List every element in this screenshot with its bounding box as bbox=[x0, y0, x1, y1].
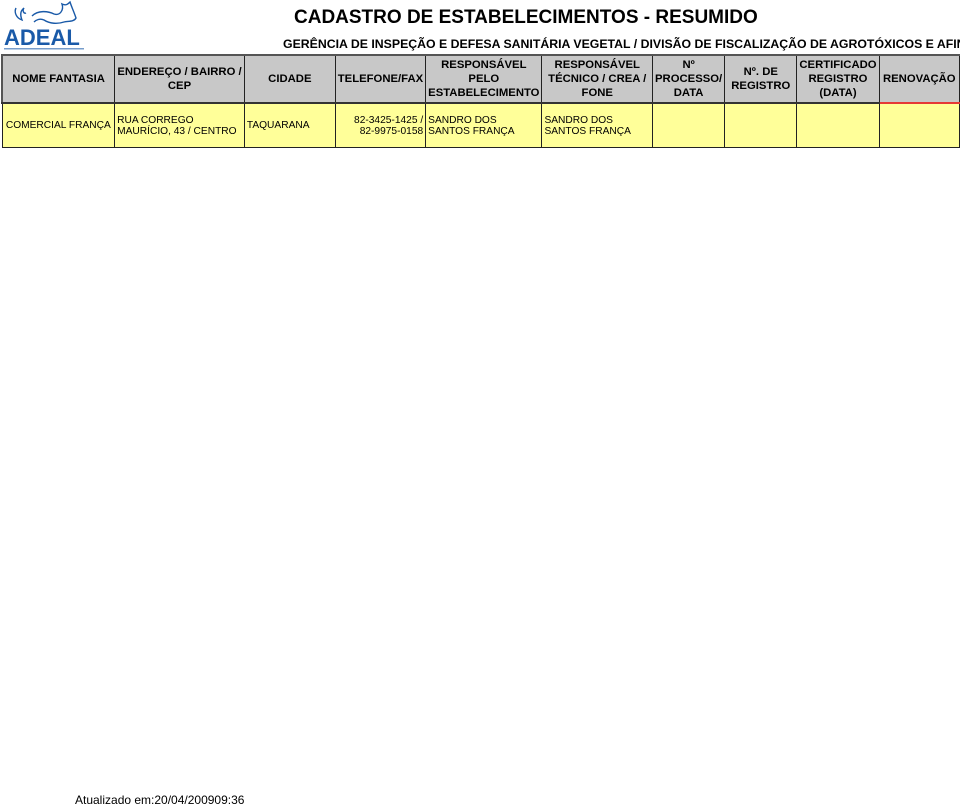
cell-registro bbox=[724, 102, 798, 148]
column-header-nome-fantasia: NOME FANTASIA bbox=[1, 54, 116, 104]
updated-timestamp: Atualizado em:20/04/200909:36 bbox=[75, 793, 245, 807]
column-header-registro: Nº. DE REGISTRO bbox=[724, 54, 798, 104]
cell-responsavel-estabelecimento: SANDRO DOS SANTOS FRANÇA bbox=[425, 102, 543, 148]
column-header-endereco: ENDEREÇO / BAIRRO / CEP bbox=[114, 54, 245, 104]
cell-processo-data bbox=[652, 102, 726, 148]
cell-certificado bbox=[796, 102, 880, 148]
cell-nome-fantasia: COMERCIAL FRANÇA bbox=[1, 102, 116, 148]
column-header-telefone: TELEFONE/FAX bbox=[334, 54, 427, 104]
establishments-table: NOME FANTASIA ENDEREÇO / BAIRRO / CEP CI… bbox=[1, 54, 960, 148]
column-header-cidade: CIDADE bbox=[243, 54, 336, 104]
column-header-responsavel-tecnico: RESPONSÁVEL TÉCNICO / CREA / FONE bbox=[541, 54, 654, 104]
column-header-certificado: CERTIFICADO REGISTRO (DATA) bbox=[796, 54, 880, 104]
column-header-renovacao: RENOVAÇÃO bbox=[878, 54, 960, 104]
column-header-processo-data: Nº PROCESSO/ DATA bbox=[652, 54, 726, 104]
cell-responsavel-tecnico: SANDRO DOS SANTOS FRANÇA bbox=[541, 102, 654, 148]
logo-text: ADEAL bbox=[4, 25, 80, 50]
page-title: CADASTRO DE ESTABELECIMENTOS - RESUMIDO bbox=[294, 7, 758, 28]
animal-icon bbox=[31, 0, 77, 25]
cell-endereco: RUA CORREGO MAURÍCIO, 43 / CENTRO bbox=[114, 102, 245, 148]
table-header-row: NOME FANTASIA ENDEREÇO / BAIRRO / CEP CI… bbox=[1, 54, 960, 104]
table-row: COMERCIAL FRANÇA RUA CORREGO MAURÍCIO, 4… bbox=[1, 102, 960, 148]
adeal-logo: ADEAL bbox=[2, 0, 88, 52]
cell-telefone: 82-3425-1425 / 82-9975-0158 bbox=[334, 102, 427, 148]
page-subtitle: GERÊNCIA DE INSPEÇÃO E DEFESA SANITÁRIA … bbox=[283, 37, 960, 51]
cell-cidade: TAQUARANA bbox=[243, 102, 336, 148]
column-header-responsavel-estabelecimento: RESPONSÁVEL PELO ESTABELECIMENTO bbox=[425, 54, 543, 104]
cell-renovacao bbox=[878, 102, 960, 148]
bird-icon bbox=[14, 7, 27, 22]
